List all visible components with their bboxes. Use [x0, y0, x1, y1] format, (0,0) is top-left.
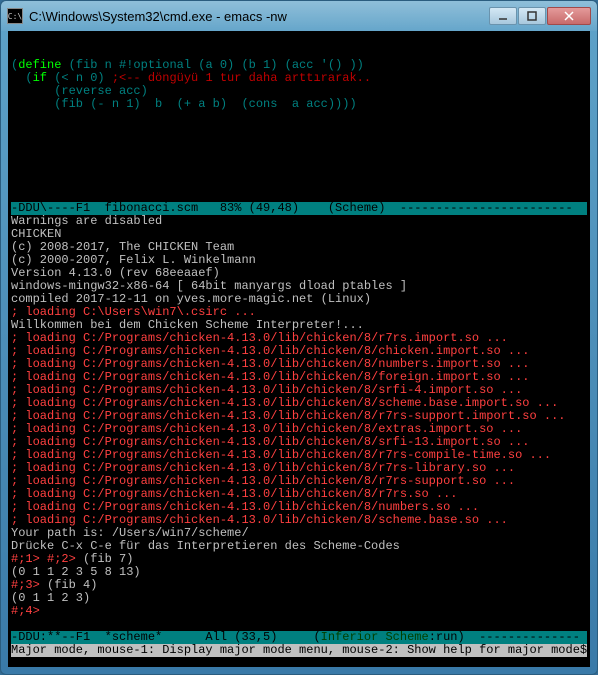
repl-prompt[interactable]: #;4> [11, 605, 587, 618]
minibuffer[interactable]: Major mode, mouse-1: Display major mode … [11, 644, 587, 657]
maximize-button[interactable] [518, 7, 546, 25]
repl-result: (0 1 1 2 3) [11, 592, 587, 605]
terminal-content[interactable]: (define (fib n #!optional (a 0) (b 1) (a… [8, 31, 590, 667]
code-line: (fib (- n 1) b (+ a b) (cons a acc)))) [11, 98, 587, 111]
titlebar[interactable]: C:\ C:\Windows\System32\cmd.exe - emacs … [1, 1, 597, 31]
minimize-button[interactable] [489, 7, 517, 25]
window-title: C:\Windows\System32\cmd.exe - emacs -nw [29, 9, 489, 24]
close-button[interactable] [547, 7, 591, 25]
repl-line: Warnings are disabled [11, 215, 587, 228]
window-controls [489, 7, 591, 25]
code-pane: (define (fib n #!optional (a 0) (b 1) (a… [11, 59, 587, 111]
application-window: C:\ C:\Windows\System32\cmd.exe - emacs … [0, 0, 598, 675]
cmd-icon: C:\ [7, 8, 23, 24]
repl-prompt: #;3> (fib 4) [11, 579, 587, 592]
